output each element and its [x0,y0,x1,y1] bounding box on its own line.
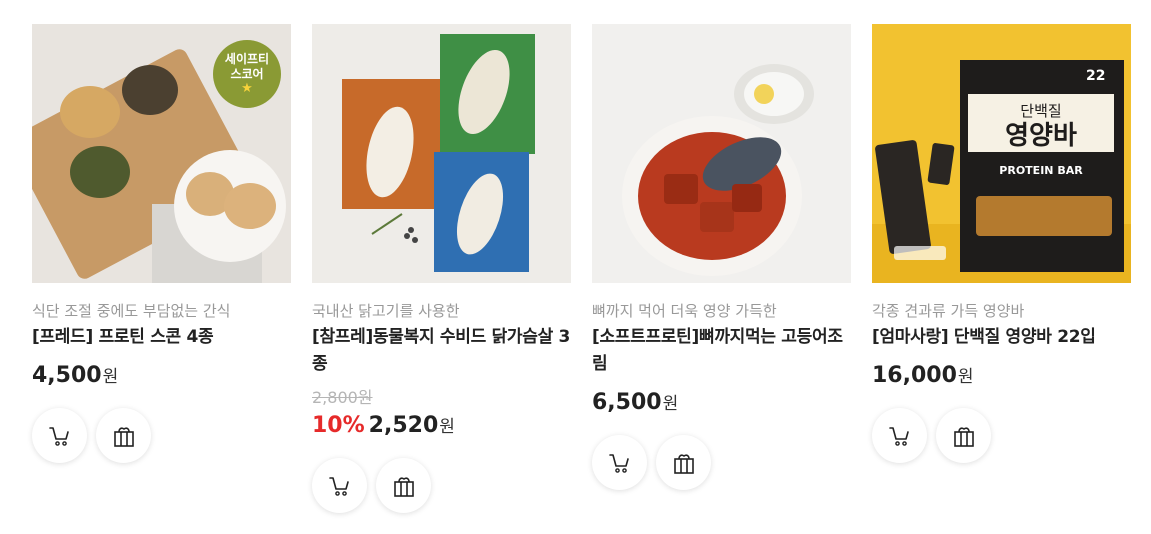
star-icon: ★ [241,81,253,96]
cart-icon [888,426,909,446]
chicken-breast-photo [312,24,571,283]
price-row: 16,000원 [872,361,1131,392]
price-unit: 원 [957,367,974,387]
braised-mackerel-photo [592,24,851,283]
product-price: 4,500 [32,363,102,388]
product-card[interactable]: 국내산 닭고기를 사용한 [참프레]동물복지 수비드 닭가슴살 3종 2,800… [312,24,571,513]
product-subtitle: 각종 견과류 가득 영양바 [872,302,1025,320]
gift-button[interactable] [936,408,991,463]
product-price: 2,520 [368,413,439,438]
package-count-text: 22 [1086,68,1105,84]
protein-bar-photo: 22 단백질 영양바 PROTEIN BAR [872,24,1131,283]
gift-icon [953,426,974,447]
product-grid: 세이프티 스코어 ★ 식단 조절 중에도 부담없는 간식 [프레드] 프로틴 스… [0,0,1151,534]
price-unit: 원 [102,367,119,387]
product-image[interactable] [312,24,571,283]
product-actions [592,435,851,490]
gift-icon [393,476,414,497]
add-to-cart-button[interactable] [312,458,367,513]
price-row: 4,500원 [32,361,291,392]
product-card[interactable]: 22 단백질 영양바 PROTEIN BAR 각종 견과류 가득 영양바 [엄마… [872,24,1131,463]
product-image[interactable]: 세이프티 스코어 ★ [32,24,291,283]
price-unit: 원 [439,417,455,437]
product-name[interactable]: [엄마사랑] 단백질 영양바 22입 [872,324,1131,351]
gift-button[interactable] [376,458,431,513]
safety-score-badge: 세이프티 스코어 ★ [213,40,281,108]
original-price: 2,800원 [312,388,373,407]
discount-rate: 10% [312,413,365,438]
product-actions [312,458,571,513]
price-row: 6,500원 [592,388,851,419]
price-row: 10% 2,520원 [312,411,571,442]
cart-icon [48,426,69,446]
cart-icon [328,476,349,496]
package-english-title: PROTEIN BAR [999,164,1083,177]
product-name[interactable]: [참프레]동물복지 수비드 닭가슴살 3종 [312,324,571,378]
product-image[interactable] [592,24,851,283]
badge-text: 세이프티 [224,52,270,66]
product-actions [32,408,291,463]
product-name[interactable]: [소프트프로틴]뼈까지먹는 고등어조림 [592,324,851,378]
gift-button[interactable] [656,435,711,490]
product-price: 6,500 [592,390,662,415]
gift-icon [673,453,694,474]
price-unit: 원 [662,394,679,414]
product-subtitle: 식단 조절 중에도 부담없는 간식 [32,302,231,320]
package-title: 영양바 [1005,121,1077,151]
product-subtitle: 국내산 닭고기를 사용한 [312,302,460,320]
product-name[interactable]: [프레드] 프로틴 스콘 4종 [32,324,291,351]
add-to-cart-button[interactable] [592,435,647,490]
product-image[interactable]: 22 단백질 영양바 PROTEIN BAR [872,24,1131,283]
add-to-cart-button[interactable] [872,408,927,463]
product-card[interactable]: 뼈까지 먹어 더욱 영양 가득한 [소프트프로틴]뼈까지먹는 고등어조림 6,5… [592,24,851,490]
cart-icon [608,453,629,473]
product-actions [872,408,1131,463]
gift-button[interactable] [96,408,151,463]
gift-icon [113,426,134,447]
add-to-cart-button[interactable] [32,408,87,463]
badge-text: 스코어 [230,67,264,81]
package-title-small: 단백질 [1020,102,1061,120]
product-card[interactable]: 세이프티 스코어 ★ 식단 조절 중에도 부담없는 간식 [프레드] 프로틴 스… [32,24,291,463]
product-price: 16,000 [872,363,957,388]
product-subtitle: 뼈까지 먹어 더욱 영양 가득한 [592,302,777,320]
